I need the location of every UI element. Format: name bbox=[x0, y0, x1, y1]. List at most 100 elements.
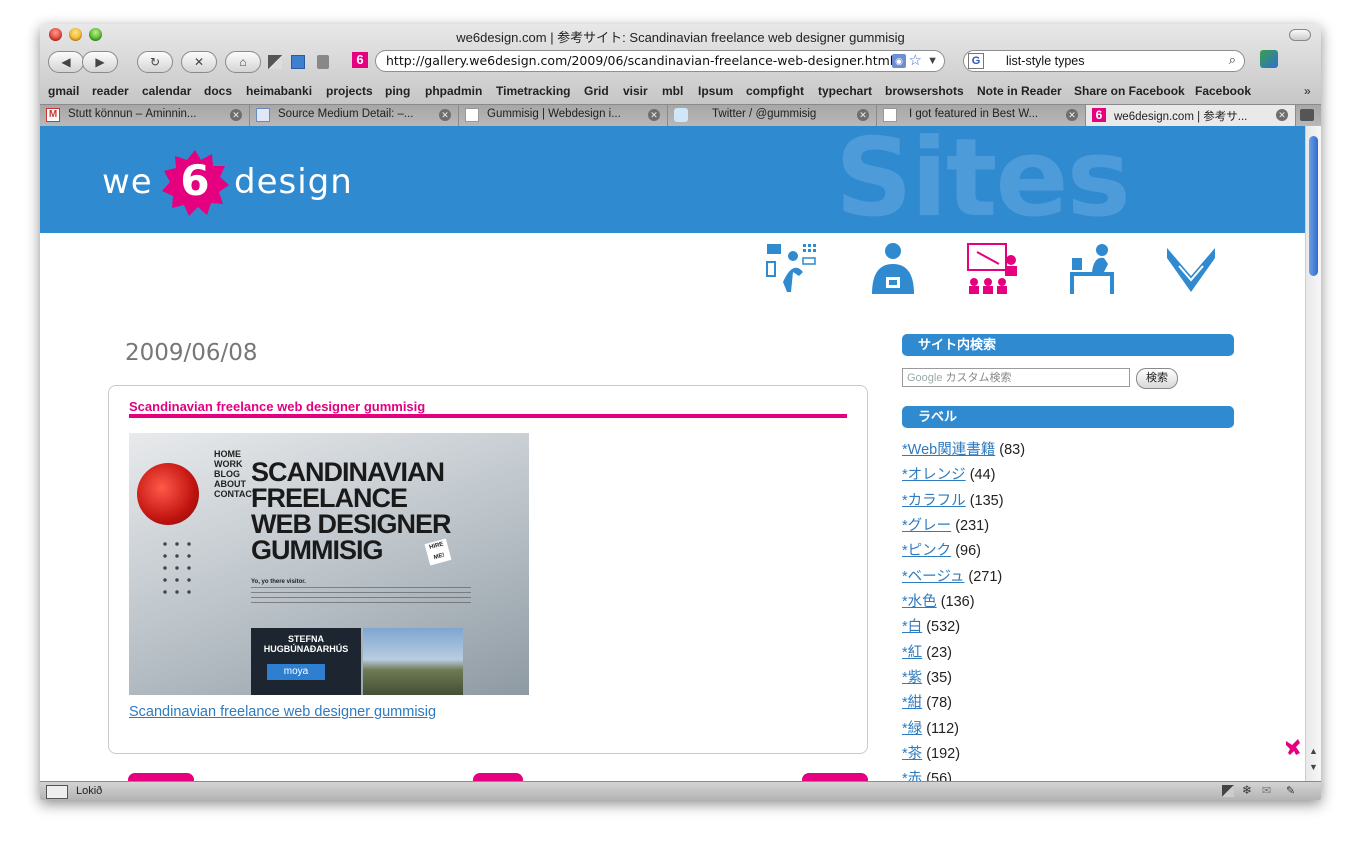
bookmark-star-icon[interactable]: ☆ bbox=[909, 51, 922, 69]
scroll-up-icon[interactable]: ▲ bbox=[1309, 746, 1318, 756]
status-mail-icon[interactable]: ✉ bbox=[1262, 784, 1271, 797]
close-tab-icon[interactable]: ✕ bbox=[230, 109, 242, 121]
splatter-decoration bbox=[159, 538, 199, 598]
tab-label: Gummisig | Webdesign i... bbox=[487, 108, 621, 120]
bookmark-item[interactable]: Share on Facebook bbox=[1074, 84, 1185, 98]
tab[interactable]: Gummisig | Webdesign i... ✕ bbox=[459, 105, 668, 126]
bookmark-item[interactable]: mbl bbox=[662, 84, 683, 98]
id-badge-icon[interactable] bbox=[866, 242, 920, 296]
status-addon-icon[interactable] bbox=[1222, 785, 1234, 797]
newer-post-button[interactable] bbox=[128, 773, 194, 781]
sidebar-icon[interactable] bbox=[291, 55, 305, 69]
label-link[interactable]: *茶 bbox=[902, 746, 922, 762]
close-tab-icon[interactable]: ✕ bbox=[439, 109, 451, 121]
bookmark-item[interactable]: visir bbox=[623, 84, 648, 98]
label-link[interactable]: *赤 bbox=[902, 771, 922, 781]
label-link[interactable]: *オレンジ bbox=[902, 467, 966, 483]
status-tool-icon[interactable]: ✎ bbox=[1286, 784, 1295, 797]
extension-icon[interactable] bbox=[1260, 50, 1278, 68]
mascot-figure bbox=[1286, 739, 1300, 755]
desk-worker-icon[interactable] bbox=[1066, 242, 1120, 296]
site-search-button[interactable]: 検索 bbox=[1136, 368, 1178, 389]
bookmarks-bar: gmail reader calendar docs heimabanki pr… bbox=[40, 81, 1321, 101]
bookmark-item[interactable]: calendar bbox=[142, 84, 191, 98]
tab[interactable]: M Stutt könnun – Áminnin... ✕ bbox=[40, 105, 250, 126]
reload-button[interactable]: ↻ bbox=[137, 51, 173, 73]
bookmark-item[interactable]: ping bbox=[385, 84, 410, 98]
label-link[interactable]: *Web関連書籍 bbox=[902, 442, 995, 458]
close-tab-icon[interactable]: ✕ bbox=[648, 109, 660, 121]
label-link[interactable]: *カラフル bbox=[902, 493, 966, 509]
close-tab-icon[interactable]: ✕ bbox=[1276, 109, 1288, 121]
forward-button[interactable]: ▶ bbox=[82, 51, 118, 73]
bookmark-item[interactable]: heimabanki bbox=[246, 84, 312, 98]
label-link[interactable]: *白 bbox=[902, 619, 922, 635]
label-link[interactable]: *紫 bbox=[902, 670, 922, 686]
rss-icon[interactable]: ◉ bbox=[892, 54, 906, 68]
bookmark-item[interactable]: projects bbox=[326, 84, 373, 98]
bookmark-item[interactable]: reader bbox=[92, 84, 129, 98]
presentation-icon[interactable] bbox=[965, 242, 1019, 296]
bookmark-item[interactable]: docs bbox=[204, 84, 232, 98]
bookmark-item[interactable]: compfight bbox=[746, 84, 804, 98]
designer-icon[interactable] bbox=[765, 242, 819, 296]
bookmark-item[interactable]: gmail bbox=[48, 84, 79, 98]
tab-overflow-icon[interactable] bbox=[1300, 109, 1314, 121]
tab-active[interactable]: 6 we6design.com | 参考サ... ✕ bbox=[1086, 105, 1296, 126]
thumb-landscape bbox=[363, 628, 463, 695]
home-link-button[interactable] bbox=[473, 773, 523, 781]
label-link[interactable]: *ピンク bbox=[902, 543, 951, 559]
back-button[interactable]: ◀ bbox=[48, 51, 84, 73]
label-count: (23) bbox=[926, 645, 952, 661]
title-bar: we6design.com | 参考サイト: Scandinavian free… bbox=[40, 24, 1321, 46]
older-post-button[interactable] bbox=[802, 773, 868, 781]
bookmark-item[interactable]: Timetracking bbox=[496, 84, 570, 98]
flower-decoration bbox=[137, 463, 199, 525]
bookmarks-overflow-icon[interactable]: » bbox=[1304, 84, 1311, 98]
label-link[interactable]: *ベージュ bbox=[902, 569, 964, 585]
mascot-icon[interactable] bbox=[1284, 737, 1302, 757]
tab[interactable]: Source Medium Detail: –... ✕ bbox=[250, 105, 459, 126]
label-link[interactable]: *水色 bbox=[902, 594, 937, 610]
post-source-link[interactable]: Scandinavian freelance web designer gumm… bbox=[129, 704, 436, 720]
bookmark-item[interactable]: phpadmin bbox=[425, 84, 482, 98]
google-search-engine-icon[interactable]: G bbox=[968, 53, 984, 69]
home-button[interactable]: ⌂ bbox=[225, 51, 261, 73]
url-text[interactable]: http://gallery.we6design.com/2009/06/sca… bbox=[386, 53, 893, 68]
post-screenshot-image[interactable]: HOME WORK BLOG ABOUT CONTACT SCANDINAVIA… bbox=[129, 433, 529, 695]
close-tab-icon[interactable]: ✕ bbox=[857, 109, 869, 121]
bookmark-item[interactable]: browsershots bbox=[885, 84, 964, 98]
search-icon[interactable]: ⌕ bbox=[1229, 52, 1236, 68]
status-snowflake-icon[interactable]: ❄ bbox=[1242, 783, 1252, 797]
vertical-scrollbar[interactable]: ▲ ▼ bbox=[1305, 126, 1321, 781]
search-input[interactable]: list-style types bbox=[1006, 54, 1085, 68]
url-dropdown-icon[interactable]: ▼ bbox=[927, 51, 938, 71]
label-link[interactable]: *紺 bbox=[902, 695, 922, 711]
status-resize-icon[interactable] bbox=[46, 785, 68, 799]
bookmark-item[interactable]: Ipsum bbox=[698, 84, 733, 98]
address-bar[interactable]: 6 http://gallery.we6design.com/2009/06/s… bbox=[352, 50, 945, 72]
scrollbar-thumb[interactable] bbox=[1309, 136, 1318, 276]
close-tab-icon[interactable]: ✕ bbox=[1066, 109, 1078, 121]
thumb-panel-title: STEFNA HUGBÚNAÐARHÚS bbox=[263, 634, 349, 654]
post-title[interactable]: Scandinavian freelance web designer gumm… bbox=[129, 399, 425, 414]
handshake-icon[interactable] bbox=[1165, 242, 1219, 296]
scroll-down-icon[interactable]: ▼ bbox=[1309, 762, 1318, 772]
label-item: *茶 (192) bbox=[902, 742, 960, 763]
search-bar[interactable]: G list-style types ⌕ bbox=[963, 50, 1245, 72]
lock-icon[interactable] bbox=[317, 55, 329, 69]
label-link[interactable]: *緑 bbox=[902, 721, 922, 737]
toolbar-toggle-button[interactable] bbox=[1289, 29, 1311, 41]
site-search-input[interactable]: Google カスタム検索 bbox=[902, 368, 1130, 387]
tab[interactable]: Twitter / @gummisig ✕ bbox=[668, 105, 877, 126]
stop-button[interactable]: ✕ bbox=[181, 51, 217, 73]
thumb-headline-line: WEB DESIGNER bbox=[251, 509, 452, 539]
bookmark-item[interactable]: Grid bbox=[584, 84, 609, 98]
bookmark-item[interactable]: Facebook bbox=[1195, 84, 1251, 98]
bookmark-item[interactable]: typechart bbox=[818, 84, 872, 98]
bookmark-item[interactable]: Note in Reader bbox=[977, 84, 1062, 98]
tab[interactable]: I got featured in Best W... ✕ bbox=[877, 105, 1086, 126]
label-link[interactable]: *紅 bbox=[902, 645, 922, 661]
screen-grab-icon[interactable] bbox=[268, 55, 282, 69]
label-link[interactable]: *グレー bbox=[902, 518, 951, 534]
